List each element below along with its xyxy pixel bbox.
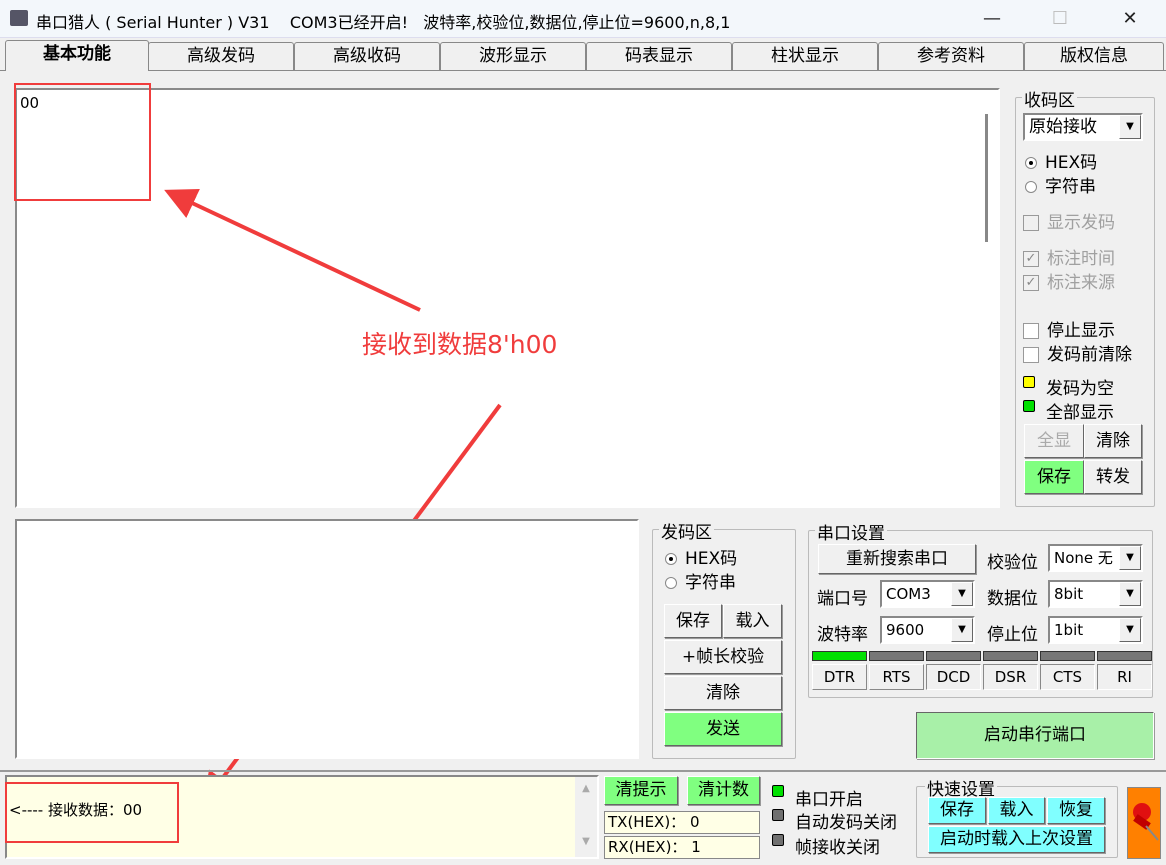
annotation-arrow-up [164, 189, 421, 312]
status-scrollbar[interactable]: ▲ ▼ [575, 777, 597, 857]
baud-label: 波特率 [817, 625, 868, 645]
rts-button[interactable]: RTS [869, 664, 924, 690]
tx-counter: TX(HEX)： 0 [604, 811, 760, 834]
cts-label: CTS [1040, 664, 1095, 690]
load-last-settings-button[interactable]: 启动时载入上次设置 [928, 826, 1105, 853]
port-open-led [772, 785, 784, 797]
frame-length-check-button[interactable]: +帧长校验 [664, 640, 782, 674]
send-button[interactable]: 发送 [664, 712, 782, 746]
receive-mode-value: 原始接收 [1029, 117, 1097, 137]
receive-panel-title: 收码区 [1022, 86, 1077, 111]
option-label: 8bit [1054, 585, 1084, 603]
pin-button[interactable] [1127, 787, 1161, 859]
ri-indicator [1097, 651, 1152, 661]
rx-counter: RX(HEX)： 1 [604, 836, 760, 859]
send-radio-hex[interactable]: HEX码 [665, 544, 737, 569]
show-all-label: 全部显示 [1046, 403, 1114, 423]
show-all-button[interactable]: 全显 [1024, 424, 1084, 458]
auto-send-label: 自动发码关闭 [795, 813, 897, 833]
databits-select[interactable]: 8bit ▼ [1048, 580, 1143, 608]
send-empty-led [1023, 376, 1035, 388]
baud-select[interactable]: 9600 ▼ [880, 616, 975, 644]
option-label: 1bit [1054, 621, 1084, 639]
clear-count-button[interactable]: 清计数 [687, 776, 760, 805]
receive-mode-select[interactable]: 原始接收 ▼ [1023, 113, 1143, 141]
option-label: 字符串 [685, 573, 736, 593]
frame-recv-led [772, 834, 784, 846]
pushpin-icon [1133, 803, 1159, 841]
option-label: HEX码 [685, 549, 738, 569]
clear-receive-button[interactable]: 清除 [1084, 424, 1142, 458]
option-label: 显示发码 [1047, 213, 1115, 233]
stopbits-select[interactable]: 1bit ▼ [1048, 616, 1143, 644]
stop-display-checkbox[interactable]: 停止显示 [1023, 316, 1115, 341]
chevron-down-icon[interactable]: ▼ [1119, 546, 1141, 570]
option-label: None 无 [1054, 549, 1113, 567]
load-send-button[interactable]: 载入 [723, 604, 782, 638]
show-send-checkbox[interactable]: 显示发码 [1023, 208, 1115, 233]
option-label: HEX码 [1045, 153, 1098, 173]
dcd-label: DCD [926, 664, 981, 690]
save-send-button[interactable]: 保存 [664, 604, 722, 638]
mark-source-checkbox[interactable]: ✓ 标注来源 [1023, 268, 1115, 293]
forward-button[interactable]: 转发 [1084, 460, 1142, 494]
parity-select[interactable]: None 无 ▼ [1048, 544, 1143, 572]
databits-label: 数据位 [987, 589, 1038, 609]
option-label: COM3 [886, 585, 931, 603]
recv-radio-string[interactable]: 字符串 [1025, 172, 1096, 197]
dsr-indicator [983, 651, 1038, 661]
save-receive-button[interactable]: 保存 [1024, 460, 1084, 494]
stopbits-label: 停止位 [987, 625, 1038, 645]
rescan-ports-button[interactable]: 重新搜索串口 [818, 544, 976, 574]
annotation-box-status [5, 782, 179, 843]
dtr-button[interactable]: DTR [812, 664, 867, 690]
clear-before-send-checkbox[interactable]: 发码前清除 [1023, 340, 1132, 365]
recv-radio-hex[interactable]: HEX码 [1025, 148, 1097, 173]
quick-save-button[interactable]: 保存 [928, 797, 986, 824]
port-label: 端口号 [817, 589, 868, 609]
dtr-indicator [812, 651, 867, 661]
option-label: 标注来源 [1047, 273, 1115, 293]
ri-label: RI [1097, 664, 1152, 690]
mark-time-checkbox[interactable]: ✓ 标注时间 [1023, 244, 1115, 269]
chevron-down-icon[interactable]: ▼ [951, 618, 973, 642]
send-textarea[interactable] [15, 519, 639, 759]
show-all-led [1023, 400, 1035, 412]
port-select[interactable]: COM3 ▼ [880, 580, 975, 608]
auto-send-led [772, 809, 784, 821]
parity-label: 校验位 [987, 553, 1038, 573]
send-empty-label: 发码为空 [1046, 379, 1114, 399]
clear-send-button[interactable]: 清除 [664, 676, 782, 710]
rts-indicator [869, 651, 924, 661]
quick-restore-button[interactable]: 恢复 [1047, 797, 1105, 824]
start-serial-port-button[interactable]: 启动串行端口 [916, 712, 1154, 759]
option-label: 发码前清除 [1047, 345, 1132, 365]
tab-basic[interactable]: 基本功能 [5, 40, 149, 71]
clear-hint-button[interactable]: 清提示 [604, 776, 678, 805]
send-panel-title: 发码区 [659, 518, 714, 543]
chevron-down-icon[interactable]: ▼ [1119, 618, 1141, 642]
chevron-down-icon[interactable]: ▼ [1119, 582, 1141, 606]
quick-load-button[interactable]: 载入 [988, 797, 1045, 824]
option-label: 停止显示 [1047, 321, 1115, 341]
serial-settings-title: 串口设置 [815, 519, 887, 544]
option-label: 标注时间 [1047, 249, 1115, 269]
dcd-indicator [926, 651, 981, 661]
frame-recv-label: 帧接收关闭 [795, 838, 880, 858]
cts-indicator [1040, 651, 1095, 661]
option-label: 字符串 [1045, 177, 1096, 197]
send-radio-string[interactable]: 字符串 [665, 568, 736, 593]
chevron-down-icon[interactable]: ▼ [1119, 115, 1141, 139]
option-label: 9600 [886, 621, 925, 639]
port-open-label: 串口开启 [795, 790, 863, 810]
chevron-down-icon[interactable]: ▼ [951, 582, 973, 606]
dsr-label: DSR [983, 664, 1038, 690]
